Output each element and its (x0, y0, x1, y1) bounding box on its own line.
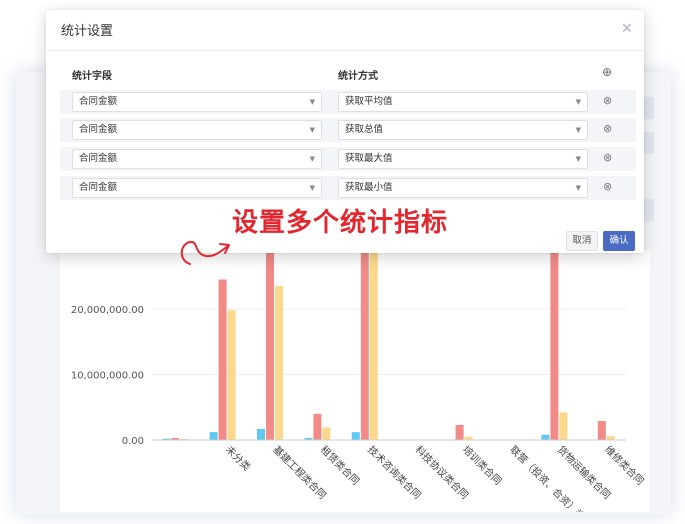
method-select-value: 获取最小值 (345, 182, 393, 193)
remove-circle-icon[interactable]: ⊗ (603, 151, 612, 164)
bar (550, 250, 559, 440)
field-select[interactable]: 合同金额 ▼ (72, 178, 322, 198)
bar-chart-svg: 0.0010,000,000.0020,000,000.00未分类 基建工程类合同… (71, 250, 647, 512)
remove-circle-icon[interactable]: ⊗ (603, 94, 612, 107)
method-select[interactable]: 获取最大值 ▼ (338, 149, 588, 169)
field-select[interactable]: 合同金额 ▼ (72, 149, 322, 169)
bar-chart: 0.00 10,000,000.00 20,000,000.00 未分类 基建工程类合同… (60, 250, 650, 512)
field-select-value: 合同金额 (79, 182, 118, 193)
dialog-title: 统计设置 (61, 24, 114, 39)
x-tick-label: 未分类 (223, 443, 253, 473)
chevron-down-icon: ▼ (309, 184, 315, 192)
field-column-header: 统计字段 (72, 71, 112, 82)
field-select[interactable]: 合同金额 ▼ (72, 120, 322, 140)
bar (209, 432, 218, 440)
method-column-header: 统计方式 (338, 71, 378, 82)
y-tick-label: 10,000,000.00 (71, 370, 144, 381)
chevron-down-icon: ▼ (575, 98, 581, 106)
remove-circle-icon[interactable]: ⊗ (603, 122, 612, 135)
chevron-down-icon: ▼ (309, 98, 315, 106)
bar (275, 286, 283, 440)
chevron-down-icon: ▼ (309, 126, 315, 134)
plus-circle-icon[interactable]: ⊕ (602, 65, 612, 79)
annotation-text: 设置多个统计指标 (232, 208, 449, 238)
bar (351, 432, 360, 440)
y-tick-label: 0.00 (122, 436, 144, 447)
confirm-button[interactable]: 确认 (603, 231, 635, 251)
bar (322, 427, 331, 440)
bar (369, 250, 378, 440)
chevron-down-icon: ▼ (575, 155, 581, 163)
method-select[interactable]: 获取平均值 ▼ (338, 92, 588, 112)
field-select-value: 合同金额 (79, 153, 118, 164)
x-tick-label: 维修类合同 (602, 443, 647, 488)
bar (218, 279, 227, 440)
annotation-arrow-icon (180, 240, 230, 265)
bar (313, 413, 322, 440)
bar (541, 434, 550, 440)
bar (360, 250, 369, 440)
bar (227, 310, 236, 440)
chevron-down-icon: ▼ (309, 155, 315, 163)
x-tick-label: 培训类合同 (460, 443, 505, 488)
method-select-value: 获取最大值 (345, 153, 393, 164)
method-select-value: 获取平均值 (345, 96, 393, 107)
bar (455, 424, 464, 440)
field-select[interactable]: 合同金额 ▼ (72, 92, 322, 112)
bar (559, 412, 568, 440)
bar (606, 436, 615, 440)
chevron-down-icon: ▼ (575, 184, 581, 192)
x-tick-label: 租赁类合同 (318, 443, 363, 488)
y-tick-label: 20,000,000.00 (71, 305, 144, 316)
dialog-divider (46, 50, 644, 51)
method-select-value: 获取总值 (345, 124, 384, 135)
bar (597, 421, 606, 440)
field-select-value: 合同金额 (79, 96, 118, 107)
bar (257, 428, 265, 440)
remove-circle-icon[interactable]: ⊗ (603, 180, 612, 193)
method-select[interactable]: 获取总值 ▼ (338, 120, 588, 140)
bar (266, 250, 274, 440)
method-select[interactable]: 获取最小值 ▼ (338, 178, 588, 198)
field-select-value: 合同金额 (79, 124, 118, 135)
chevron-down-icon: ▼ (575, 126, 581, 134)
close-icon[interactable]: ✕ (621, 21, 633, 37)
cancel-button[interactable]: 取消 (566, 231, 598, 251)
